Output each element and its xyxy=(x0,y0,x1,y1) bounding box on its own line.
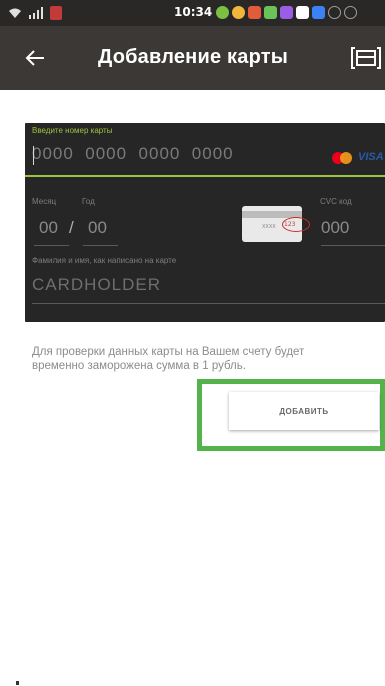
card-number-underline xyxy=(25,175,385,177)
notification-icon xyxy=(216,6,229,19)
notification-icon xyxy=(232,6,245,19)
add-card-button[interactable]: ДОБАВИТЬ xyxy=(229,392,379,430)
notification-icon xyxy=(280,6,293,19)
verification-info-text: Для проверки данных карты на Вашем счету… xyxy=(32,346,305,372)
status-left xyxy=(8,6,62,20)
cardholder-input[interactable]: CARDHOLDER xyxy=(32,275,161,295)
status-bar: 10:34 xyxy=(0,0,385,26)
app-bar: Добавление карты xyxy=(0,26,385,90)
notification-icon xyxy=(248,6,261,19)
bottom-mark xyxy=(16,681,19,685)
year-underline xyxy=(83,245,118,246)
cvc-underline xyxy=(321,245,385,246)
cvc-highlight-circle xyxy=(282,217,310,232)
notification-icon xyxy=(344,6,357,19)
cvc-input[interactable]: 000 xyxy=(321,218,349,238)
month-underline xyxy=(34,245,69,246)
arrow-left-icon xyxy=(25,50,44,66)
date-separator: / xyxy=(69,218,74,237)
cvc-label: CVC код xyxy=(320,197,352,206)
scan-card-button[interactable] xyxy=(351,46,381,70)
page-title: Добавление карты xyxy=(98,46,288,68)
notification-icon xyxy=(296,6,309,19)
card-mask-text: XXXX xyxy=(262,224,276,230)
card-form: Введите номер карты 00 00 0000 0000 0000 … xyxy=(25,123,385,322)
month-input[interactable]: 00 xyxy=(39,218,58,238)
card-number-label: Введите номер карты xyxy=(32,126,113,135)
signal-icon xyxy=(29,7,43,19)
year-input[interactable]: 00 xyxy=(88,218,107,238)
notification-icons xyxy=(216,6,357,19)
cardholder-label: Фамилия и имя, как написано на карте xyxy=(32,256,177,265)
scan-card-icon xyxy=(351,47,381,69)
visa-logo: VISA xyxy=(358,151,384,163)
text-cursor xyxy=(33,146,34,165)
status-time: 10:34 xyxy=(174,5,213,19)
notification-icon xyxy=(328,6,341,19)
app-flag-icon xyxy=(50,6,62,20)
month-label: Месяц xyxy=(32,197,57,206)
mastercard-icon xyxy=(332,152,352,164)
cardholder-underline xyxy=(32,303,385,304)
notification-icon xyxy=(264,6,277,19)
back-button[interactable] xyxy=(24,44,52,72)
year-label: Год xyxy=(82,197,95,206)
wifi-icon xyxy=(9,8,21,18)
notification-icon xyxy=(312,6,325,19)
card-number-input[interactable]: 0000 0000 0000 0000 xyxy=(32,144,322,164)
